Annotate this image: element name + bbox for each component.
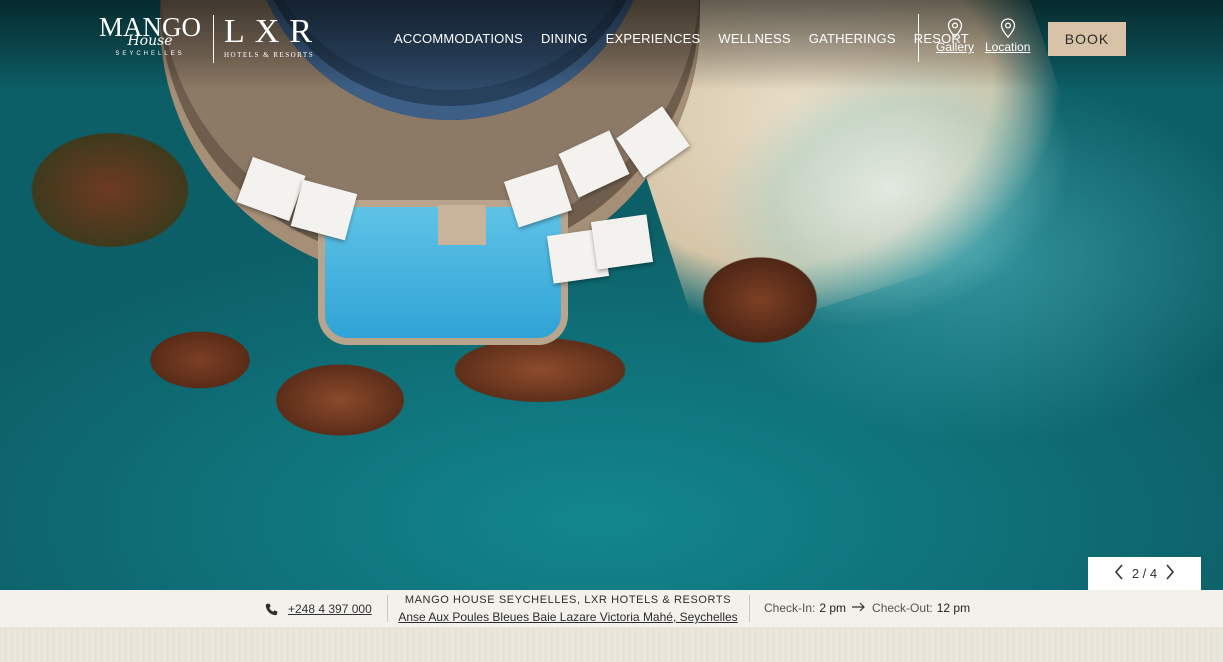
slide-counter: 2 / 4	[1131, 566, 1158, 581]
lxr-logo[interactable]: LXR HOTELS & RESORTS	[224, 13, 324, 60]
arrow-right-icon	[852, 601, 866, 615]
umbrella	[590, 214, 654, 270]
logo-divider	[213, 15, 214, 63]
location-link[interactable]: Location	[985, 18, 1030, 54]
map-pin-icon	[947, 18, 963, 38]
check-times: Check-In: 2 pm Check-Out: 12 pm	[764, 601, 970, 615]
chevron-left-icon[interactable]	[1106, 563, 1132, 584]
slideshow-controls: 2 / 4	[1088, 557, 1201, 590]
chevron-right-icon[interactable]	[1157, 563, 1183, 584]
hotel-address-link[interactable]: Anse Aux Poules Bleues Baie Lazare Victo…	[398, 610, 738, 624]
logo-seychelles-word: SEYCHELLES	[115, 51, 185, 57]
nav-experiences[interactable]: EXPERIENCES	[606, 31, 701, 46]
phone-link[interactable]: +248 4 397 000	[265, 602, 372, 616]
nav-dining[interactable]: DINING	[541, 31, 588, 46]
checkout-time: 12 pm	[936, 601, 971, 615]
info-divider	[387, 595, 388, 622]
site-header: MANGO House SEYCHELLES LXR HOTELS & RESO…	[0, 0, 1223, 78]
gallery-label: Gallery	[936, 40, 975, 54]
nav-accommodations[interactable]: ACCOMMODATIONS	[394, 31, 523, 46]
hotel-info-bar: +248 4 397 000 MANGO HOUSE SEYCHELLES, L…	[0, 590, 1223, 627]
linen-texture-band	[0, 627, 1223, 662]
book-button[interactable]: BOOK	[1048, 22, 1126, 56]
nav-gatherings[interactable]: GATHERINGS	[809, 31, 896, 46]
nav-divider	[918, 14, 919, 62]
info-divider	[749, 595, 750, 622]
hotel-name: MANGO HOUSE SEYCHELLES, LXR HOTELS & RES…	[404, 594, 732, 606]
checkin-time: 2 pm	[819, 601, 847, 615]
mango-house-logo[interactable]: MANGO House SEYCHELLES	[96, 14, 204, 64]
pool-island	[438, 205, 486, 245]
checkout-label: Check-Out:	[872, 601, 933, 615]
main-nav: ACCOMMODATIONS DINING EXPERIENCES WELLNE…	[394, 31, 987, 46]
nav-wellness[interactable]: WELLNESS	[718, 31, 790, 46]
logo-lxr-subtitle: HOTELS & RESORTS	[224, 51, 315, 59]
phone-icon	[265, 603, 278, 615]
logo-lxr-word: LXR	[224, 13, 322, 50]
phone-number: +248 4 397 000	[288, 602, 372, 616]
gallery-link[interactable]: Gallery	[936, 18, 974, 54]
checkin-label: Check-In:	[764, 601, 816, 615]
hotel-details: MANGO HOUSE SEYCHELLES, LXR HOTELS & RES…	[398, 594, 738, 624]
location-label: Location	[985, 40, 1031, 54]
hero-image	[0, 0, 1223, 590]
map-pin-icon	[1000, 18, 1015, 38]
